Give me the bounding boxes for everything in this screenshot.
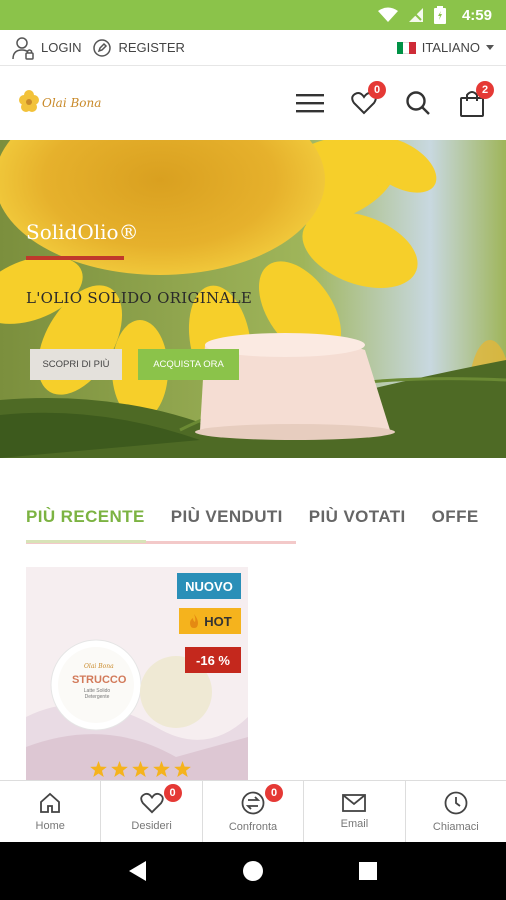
nav-compare-label: Confronta bbox=[228, 820, 278, 833]
language-selector[interactable]: ITALIANO bbox=[396, 40, 494, 55]
home-system-button[interactable] bbox=[233, 851, 273, 891]
menu-button[interactable] bbox=[294, 87, 326, 119]
system-navigation-bar bbox=[0, 842, 506, 900]
nav-compare-badge: 0 bbox=[265, 784, 284, 802]
register-label: REGISTER bbox=[118, 40, 185, 55]
bottom-navigation: Home 0 Desideri 0 Confronta Email Chiama… bbox=[0, 780, 506, 842]
hero-subtitle: L'OLIO SOLIDO ORIGINALE bbox=[26, 289, 253, 307]
flower-logo-icon bbox=[19, 90, 39, 112]
hot-badge: HOT bbox=[179, 608, 241, 634]
tab-newest[interactable]: PIÙ RECENTE bbox=[26, 500, 145, 544]
buy-now-button[interactable]: ACQUISTA ORA bbox=[138, 349, 239, 380]
home-circle-icon bbox=[242, 861, 263, 881]
logo-text: Olai Bona bbox=[42, 96, 102, 110]
back-triangle-icon bbox=[128, 861, 146, 881]
wifi-icon bbox=[377, 7, 398, 22]
site-header: Olai Bona 0 2 bbox=[0, 66, 506, 140]
product-image bbox=[26, 567, 248, 781]
clock-icon bbox=[444, 791, 468, 814]
battery-icon bbox=[433, 6, 446, 24]
hero-banner: SolidOlio® L'OLIO SOLIDO ORIGINALE SCOPR… bbox=[0, 140, 506, 458]
heart-icon bbox=[139, 792, 164, 813]
no-signal-icon bbox=[408, 8, 423, 22]
back-button[interactable] bbox=[118, 851, 158, 891]
wishlist-count-badge: 0 bbox=[368, 81, 386, 99]
hero-title: SolidOlio® bbox=[26, 220, 139, 244]
recents-square-icon bbox=[359, 862, 378, 880]
login-link[interactable]: LOGIN bbox=[12, 36, 81, 60]
hamburger-icon bbox=[296, 94, 324, 113]
nav-home[interactable]: Home bbox=[0, 781, 102, 842]
product-rating bbox=[90, 761, 191, 777]
cart-count-badge: 2 bbox=[476, 81, 494, 99]
active-tab-indicator bbox=[26, 540, 146, 543]
register-link[interactable]: REGISTER bbox=[93, 38, 185, 57]
new-badge: NUOVO bbox=[177, 573, 241, 599]
discount-badge: -16 % bbox=[185, 647, 241, 673]
status-icons: 4:59 bbox=[377, 6, 492, 24]
language-label: ITALIANO bbox=[421, 40, 480, 55]
account-bar: LOGIN REGISTER ITALIANO bbox=[0, 30, 506, 66]
header-actions: 0 2 bbox=[294, 81, 494, 119]
caret-down-icon bbox=[486, 44, 494, 50]
product-tabs: PIÙ RECENTE PIÙ VENDUTI PIÙ VOTATI OFFE bbox=[26, 500, 506, 544]
status-time: 4:59 bbox=[461, 6, 492, 24]
compare-icon bbox=[241, 791, 265, 814]
recents-button[interactable] bbox=[348, 851, 388, 891]
nav-home-label: Home bbox=[35, 819, 65, 832]
star-icon bbox=[132, 761, 149, 777]
nav-call[interactable]: Chiamaci bbox=[406, 781, 506, 842]
hero-divider bbox=[26, 256, 124, 260]
tab-offers[interactable]: OFFE bbox=[432, 500, 479, 544]
product-card[interactable]: Olai Bona STRUCCO Latte Solido Detergent… bbox=[26, 567, 248, 781]
login-label: LOGIN bbox=[41, 40, 82, 55]
nav-compare[interactable]: 0 Confronta bbox=[203, 781, 305, 842]
star-icon bbox=[90, 761, 107, 777]
italy-flag-icon bbox=[396, 41, 416, 54]
learn-more-button[interactable]: SCOPRI DI PIÙ bbox=[30, 349, 122, 380]
site-logo[interactable]: Olai Bona bbox=[18, 88, 101, 118]
envelope-icon bbox=[342, 793, 367, 812]
product-name-text: STRUCCO bbox=[72, 674, 127, 686]
product-brand-text: Olai Bona bbox=[84, 663, 114, 670]
nav-wishlist-badge: 0 bbox=[163, 784, 182, 802]
search-icon bbox=[406, 91, 430, 115]
nav-email-label: Email bbox=[340, 817, 369, 830]
tab-best-sellers[interactable]: PIÙ VENDUTI bbox=[171, 500, 283, 544]
hot-label: HOT bbox=[204, 613, 232, 629]
nav-wishlist[interactable]: 0 Desideri bbox=[101, 781, 203, 842]
star-icon bbox=[111, 761, 128, 777]
product-desc-text: Latte Solido Detergente bbox=[83, 688, 111, 700]
search-button[interactable] bbox=[402, 87, 434, 119]
star-icon bbox=[153, 761, 170, 777]
tab-top-rated[interactable]: PIÙ VOTATI bbox=[309, 500, 406, 544]
nav-email[interactable]: Email bbox=[304, 781, 406, 842]
wishlist-button[interactable]: 0 bbox=[348, 81, 386, 119]
flame-icon bbox=[190, 614, 199, 628]
home-icon bbox=[40, 792, 61, 813]
star-icon bbox=[174, 761, 191, 777]
nav-wishlist-label: Desideri bbox=[131, 819, 172, 832]
cart-button[interactable]: 2 bbox=[456, 81, 494, 119]
nav-call-label: Chiamaci bbox=[432, 820, 479, 833]
user-icon bbox=[12, 36, 34, 60]
status-bar: 4:59 bbox=[0, 0, 506, 30]
edit-circle-icon bbox=[93, 38, 112, 57]
